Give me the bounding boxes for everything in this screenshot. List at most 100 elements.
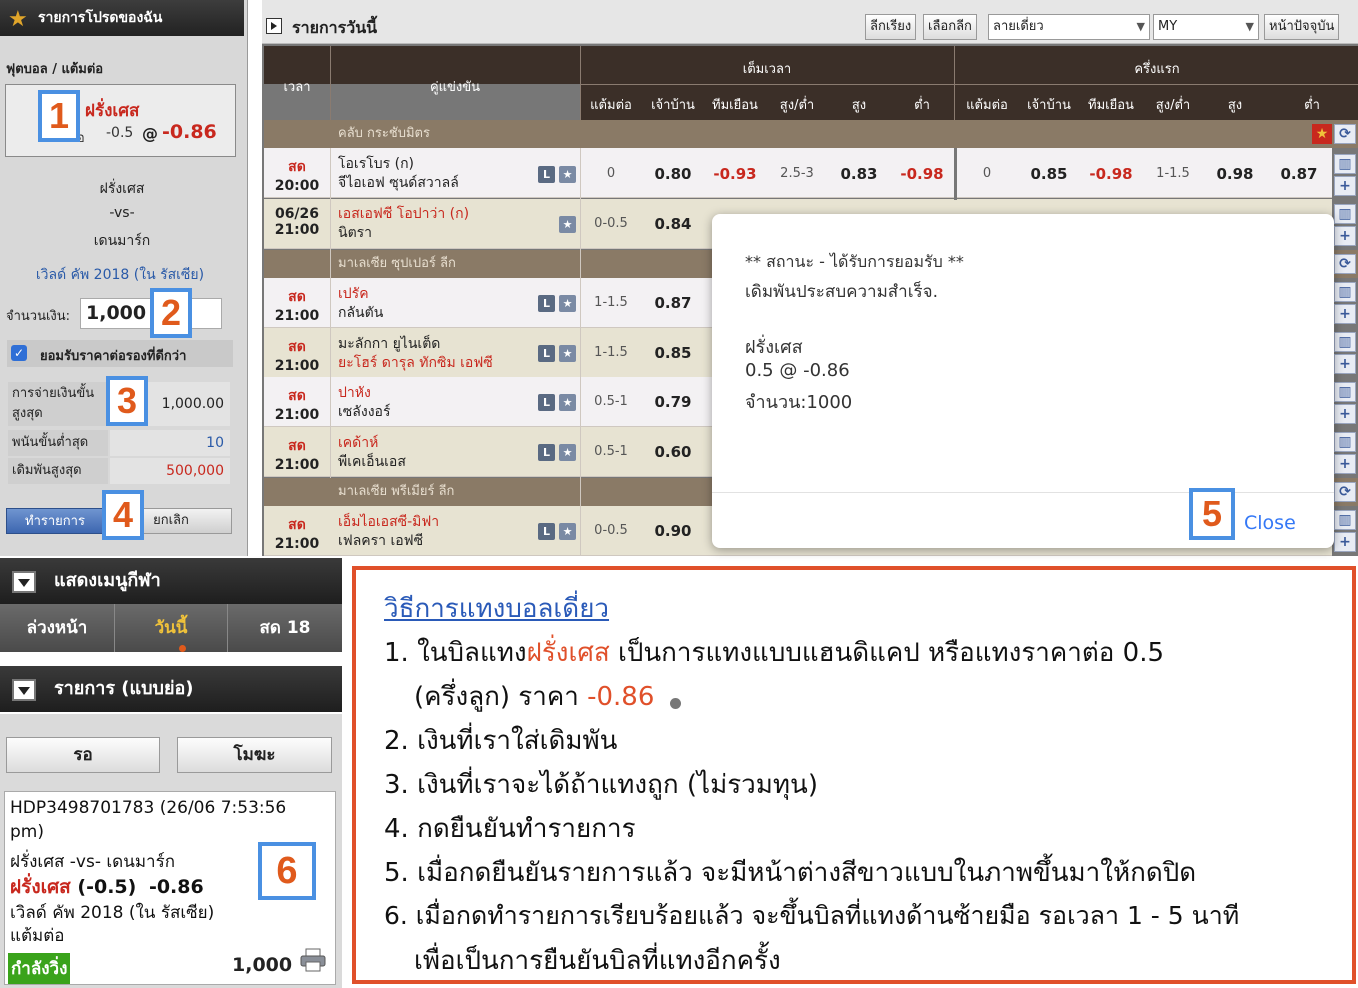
ticket-pick-price: -0.86	[148, 876, 204, 898]
match-teams: เอ็มไอเอสซี-มิฟา เฟลครา เอฟซี	[338, 514, 440, 549]
match-time: 06/26 21:00	[274, 206, 320, 238]
divider	[580, 84, 1358, 85]
ticket-match: ฝรั่งเศส -vs- เดนมาร์ก	[10, 852, 176, 872]
star-icon[interactable]: ★	[559, 444, 576, 461]
play-icon[interactable]	[266, 18, 282, 34]
live-icon[interactable]: L	[538, 444, 555, 461]
refresh-icon[interactable]: ⟳	[1334, 124, 1356, 144]
col-ft-ou: สูง/ต่ำ	[779, 98, 815, 113]
odds-cell[interactable]: 0.87	[642, 294, 704, 312]
odds-cell[interactable]: 0.90	[642, 522, 704, 540]
live-icon[interactable]: L	[538, 345, 555, 362]
favorite-league-icon[interactable]: ★	[1312, 124, 1332, 144]
stats-icon[interactable]: ▥	[1334, 204, 1356, 224]
refresh-icon[interactable]: ⟳	[1334, 482, 1356, 502]
divider	[954, 46, 955, 120]
odds-cell[interactable]: 0.84	[642, 215, 704, 233]
stats-icon[interactable]: ▥	[1334, 282, 1356, 302]
match-time: สด 21:00	[274, 339, 320, 374]
odds-cell[interactable]: 0.80	[642, 165, 704, 183]
plus-icon[interactable]: +	[1334, 176, 1356, 196]
odds-cell[interactable]: 0.87	[1266, 165, 1332, 183]
match-time: สด 20:00	[274, 159, 320, 194]
col-ft-hdp: แต้มต่อ	[590, 98, 632, 113]
odds-cell[interactable]: -0.98	[890, 165, 954, 183]
callout-2: 2	[150, 288, 192, 338]
odds-type-select[interactable]: MY ▼	[1153, 14, 1259, 40]
odds-cell[interactable]: 0.98	[1204, 165, 1266, 183]
odds-cell[interactable]: -0.98	[1080, 165, 1142, 183]
pending-button[interactable]: รอ	[6, 737, 160, 773]
col-fh-under: ต่ำ	[1304, 98, 1320, 113]
current-page-button[interactable]: หน้าปัจจุบัน	[1264, 14, 1340, 40]
plus-icon[interactable]: +	[1334, 454, 1356, 474]
live-icon[interactable]: L	[538, 166, 555, 183]
stats-icon[interactable]: ▥	[1334, 432, 1356, 452]
selection-price: -0.86	[162, 121, 217, 143]
tab-early[interactable]: ล่วงหน้า	[0, 604, 114, 652]
live-icon[interactable]: L	[538, 394, 555, 411]
odds-cell[interactable]: 0.85	[1018, 165, 1080, 183]
mini-list-title: รายการ (แบบย่อ)	[54, 678, 194, 699]
match-home: ฝรั่งเศส	[99, 181, 145, 197]
sport-type-label: ฟุตบอล / แต้มต่อ	[6, 62, 104, 77]
choose-league-button[interactable]: เลือกลีก	[923, 14, 977, 40]
odds-cell: 2.5-3	[780, 166, 814, 181]
step-3: 3. เงินที่เราจะได้ถ้าแทงถูก (ไม่รวมทุน)	[384, 770, 818, 800]
modal-team: ฝรั่งเศส	[745, 337, 803, 358]
favorites-title: รายการโปรดของฉัน	[38, 10, 163, 26]
stats-icon[interactable]: ▥	[1334, 382, 1356, 402]
modal-line: 0.5 @ -0.86	[745, 360, 850, 381]
selection-at-sign: @	[142, 124, 158, 143]
col-ft-under: ต่ำ	[914, 98, 930, 113]
max-bet-value: 500,000	[110, 458, 230, 484]
print-icon[interactable]	[300, 948, 326, 972]
star-icon[interactable]: ★	[559, 523, 576, 540]
star-icon[interactable]: ★	[559, 166, 576, 183]
star-icon[interactable]: ★	[559, 295, 576, 312]
accept-better-odds-label: ยอมรับราคาต่อรองที่ดีกว่า	[40, 349, 187, 364]
tab-live[interactable]: สด 18	[228, 604, 342, 652]
ticket-pick-team: ฝรั่งเศส	[10, 876, 71, 898]
plus-icon[interactable]: +	[1334, 532, 1356, 552]
void-button[interactable]: โมฆะ	[177, 737, 332, 773]
callout-1: 1	[38, 90, 80, 142]
star-icon[interactable]: ★	[559, 345, 576, 362]
odds-cell: 0.5-1	[594, 394, 628, 409]
odds-cell[interactable]: 0.83	[828, 165, 890, 183]
match-time: สด 21:00	[274, 289, 320, 324]
odds-cell: 1-1.5	[1156, 166, 1190, 181]
live-icon[interactable]: L	[538, 295, 555, 312]
stats-icon[interactable]: ▥	[1334, 510, 1356, 530]
callout-6: 6	[258, 842, 316, 900]
match-league: เวิลด์ คัพ 2018 (ใน รัสเซีย)	[35, 267, 205, 283]
mode-select[interactable]: ลายเดี่ยว ▼	[988, 14, 1150, 40]
col-first-half: ครึ่งแรก	[1134, 62, 1180, 77]
odds-cell[interactable]: 0.79	[642, 393, 704, 411]
mini-list-header[interactable]: รายการ (แบบย่อ)	[0, 666, 342, 712]
col-fh-away: ทีมเยือน	[1088, 98, 1134, 113]
plus-icon[interactable]: +	[1334, 226, 1356, 246]
star-icon[interactable]: ★	[559, 394, 576, 411]
odds-cell[interactable]: -0.93	[704, 165, 766, 183]
close-button[interactable]: Close	[1244, 512, 1296, 534]
instructions-title: วิธีการแทงบอลเดี่ยว	[384, 594, 610, 624]
plus-icon[interactable]: +	[1334, 404, 1356, 424]
accept-better-odds-checkbox[interactable]: ✓	[11, 345, 27, 361]
sort-league-button[interactable]: ลีกเรียง	[865, 14, 917, 40]
live-icon[interactable]: L	[538, 523, 555, 540]
sports-menu-header[interactable]: แสดงเมนูกีฬา	[0, 558, 342, 604]
odds-cell[interactable]: 0.60	[642, 443, 704, 461]
plus-icon[interactable]: +	[1334, 354, 1356, 374]
odds-cell[interactable]: 0.85	[642, 344, 704, 362]
refresh-icon[interactable]: ⟳	[1334, 254, 1356, 274]
star-icon[interactable]: ★	[559, 216, 576, 233]
tab-today[interactable]: วันนี้	[114, 604, 228, 652]
plus-icon[interactable]: +	[1334, 304, 1356, 324]
match-teams: ปาหัง เซลังงอร์	[338, 385, 391, 420]
place-bet-button[interactable]: ทำรายการ	[6, 508, 104, 534]
col-fh-ou: สูง/ต่ำ	[1155, 98, 1191, 113]
stats-icon[interactable]: ▥	[1334, 154, 1356, 174]
stats-icon[interactable]: ▥	[1334, 332, 1356, 352]
favorites-header[interactable]: ★ รายการโปรดของฉัน	[0, 0, 244, 36]
